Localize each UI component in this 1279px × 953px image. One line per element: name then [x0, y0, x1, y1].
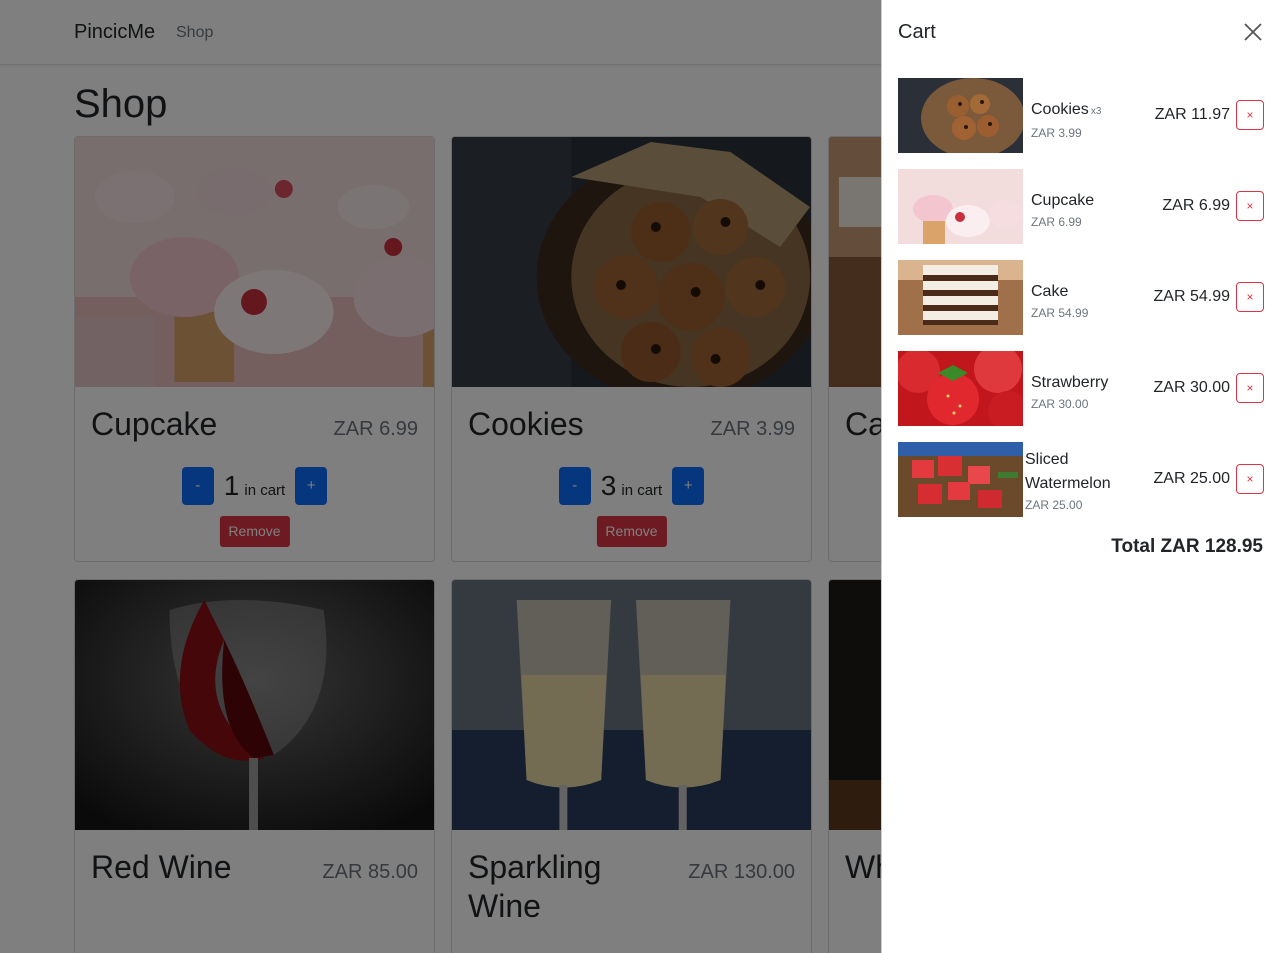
- cart-item-remove-button[interactable]: ×: [1236, 373, 1264, 403]
- cart-item-total: ZAR 54.99: [1153, 288, 1230, 305]
- cart-item: Cupcake ZAR 6.99 ZAR 6.99 ×: [898, 169, 1264, 245]
- cart-panel: Cart Cookies x3 ZAR 3.99 ZAR 11.97 × Cup…: [881, 0, 1279, 953]
- close-icon: [1244, 23, 1262, 41]
- cart-total: Total ZAR 128.95: [1111, 536, 1263, 557]
- cart-item: Cake ZAR 54.99 ZAR 54.99 ×: [898, 260, 1264, 336]
- cart-item-quantity: x3: [1090, 106, 1102, 117]
- cart-item-unit-price: ZAR 3.99: [1031, 126, 1082, 140]
- cart-item-image: [898, 442, 1023, 517]
- cart-item-image: [898, 351, 1023, 426]
- cart-item-info: Cupcake ZAR 6.99: [1031, 189, 1141, 231]
- cart-item-image: [898, 78, 1023, 153]
- cart-item-remove-button[interactable]: ×: [1236, 100, 1264, 130]
- cart-item-image: [898, 260, 1023, 335]
- cart-item-total: ZAR 25.00: [1153, 470, 1230, 487]
- cart-item-info: Strawberry ZAR 30.00: [1031, 371, 1141, 413]
- cart-item-name: Strawberry: [1031, 374, 1109, 391]
- cart-title: Cart: [898, 21, 936, 43]
- cart-item: Cookies x3 ZAR 3.99 ZAR 11.97 ×: [898, 78, 1264, 154]
- cart-item-total: ZAR 11.97: [1154, 106, 1230, 123]
- cart-item-remove-button[interactable]: ×: [1236, 282, 1264, 312]
- cart-item-total: ZAR 6.99: [1162, 197, 1230, 214]
- cart-item-info: Cake ZAR 54.99: [1031, 280, 1141, 322]
- cart-item-unit-price: ZAR 54.99: [1031, 306, 1089, 320]
- cart-item-remove-button[interactable]: ×: [1236, 191, 1264, 221]
- cart-item-info: Sliced Watermelon ZAR 25.00: [1025, 448, 1135, 514]
- cart-item-unit-price: ZAR 30.00: [1031, 397, 1089, 411]
- cart-item-remove-button[interactable]: ×: [1236, 464, 1264, 494]
- cart-item-unit-price: ZAR 6.99: [1031, 215, 1082, 229]
- cart-item-name-row: Cookies x3: [1031, 98, 1141, 124]
- cart-item-info: Cookies x3 ZAR 3.99: [1031, 98, 1141, 142]
- cart-item: Sliced Watermelon ZAR 25.00 ZAR 25.00 ×: [898, 442, 1264, 518]
- cart-item: Strawberry ZAR 30.00 ZAR 30.00 ×: [898, 351, 1264, 427]
- cart-item-name: Cookies: [1031, 101, 1089, 118]
- cart-item-name: Cake: [1031, 283, 1069, 300]
- cart-item-total: ZAR 30.00: [1153, 379, 1230, 396]
- cart-item-name: Cupcake: [1031, 192, 1095, 209]
- cart-item-image: [898, 169, 1023, 244]
- cart-item-unit-price: ZAR 25.00: [1025, 498, 1083, 512]
- close-cart-button[interactable]: [1241, 20, 1265, 44]
- cart-item-name: Sliced Watermelon: [1025, 451, 1111, 492]
